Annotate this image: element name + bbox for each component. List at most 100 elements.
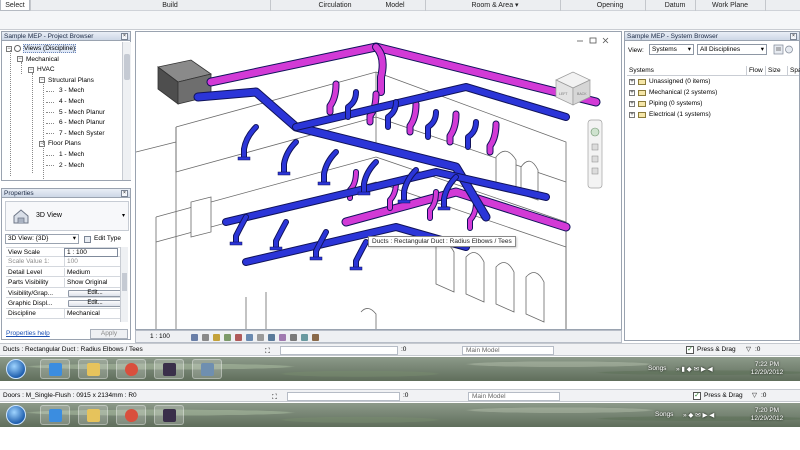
project-browser-scrollbar[interactable] [122, 42, 131, 180]
supply-diffuser[interactable] [269, 246, 283, 251]
ribbon-tab[interactable]: Opening [575, 0, 645, 11]
ribbon-tab[interactable]: Build [130, 0, 210, 11]
expand-icon[interactable]: + [629, 79, 635, 85]
chrome-icon[interactable] [116, 359, 146, 379]
properties-scrollbar[interactable] [120, 247, 128, 322]
supply-branch[interactable] [402, 168, 418, 202]
property-value[interactable]: Mechanical [64, 309, 118, 319]
expand-collapse-icon[interactable]: − [17, 56, 23, 63]
expand-icon[interactable]: + [629, 112, 635, 118]
expand-collapse-icon[interactable]: − [39, 77, 45, 84]
view-control-icon[interactable] [279, 334, 286, 341]
supply-diffuser[interactable] [357, 191, 371, 196]
chrome-icon[interactable] [116, 405, 146, 425]
view-control-icon[interactable] [191, 334, 198, 341]
expand-icon[interactable]: + [629, 101, 635, 107]
supply-diffuser[interactable] [277, 171, 291, 176]
apply-button[interactable]: Apply [90, 329, 128, 339]
column-separator[interactable] [787, 66, 788, 76]
view-control-icon[interactable] [312, 334, 319, 341]
ribbon-tab[interactable]: Datum [655, 0, 695, 11]
close-icon[interactable]: × [790, 33, 797, 40]
supply-diffuser[interactable] [237, 156, 251, 161]
3d-viewport[interactable]: LEFT BACK Ducts : Rectangular Duct : Rad… [135, 31, 622, 330]
property-value[interactable]: Show Original [64, 278, 118, 288]
property-value[interactable]: 1 : 100 [64, 248, 118, 257]
filter-icon[interactable]: ▽ [752, 390, 757, 402]
media-player-icon[interactable] [154, 405, 184, 425]
windows-start-button[interactable] [6, 405, 26, 425]
column-header[interactable]: Spa [790, 67, 800, 74]
properties-help-link[interactable]: Properties help [6, 330, 50, 337]
type-selector[interactable]: 3D View ▾ [5, 201, 129, 231]
browser-tree-item[interactable]: 1 - Mech [59, 150, 84, 159]
column-header[interactable]: Flow [749, 67, 763, 74]
view-scale-label[interactable]: 1 : 100 [150, 333, 170, 340]
supply-diffuser[interactable] [309, 256, 323, 261]
system-clock[interactable]: 7:20 PM 12/29/2012 [742, 407, 792, 423]
supply-diffuser[interactable] [397, 199, 411, 204]
instance-selector[interactable]: 3D View: {3D} ▾ [5, 234, 79, 244]
building-model-view[interactable]: LEFT BACK [136, 32, 622, 330]
view-control-icon[interactable] [301, 334, 308, 341]
return-main-duct[interactable] [207, 43, 600, 106]
expand-icon[interactable]: + [629, 90, 635, 96]
column-separator[interactable] [746, 66, 747, 76]
browser-tree-item[interactable]: Views (Discipline) [23, 44, 77, 53]
press-drag-checkbox[interactable]: ✓ [686, 346, 694, 354]
close-icon[interactable]: × [121, 33, 128, 40]
view-dropdown[interactable]: Systems ▾ [649, 44, 694, 55]
supply-diffuser[interactable] [437, 206, 451, 211]
workset-field[interactable] [280, 346, 398, 355]
browser-tree-item[interactable]: 3 - Mech [59, 86, 84, 95]
system-tree-item[interactable]: Piping (0 systems) [649, 99, 702, 108]
supply-diffuser[interactable] [317, 181, 331, 186]
property-value[interactable]: Medium [64, 267, 118, 277]
browser-tree-item[interactable]: 4 - Mech [59, 97, 84, 106]
media-player-icon[interactable] [154, 359, 184, 379]
expand-collapse-icon[interactable]: − [28, 66, 34, 73]
property-edit-button[interactable]: Edit... [68, 300, 122, 307]
songs-toolbar[interactable]: Songs [648, 365, 666, 372]
supply-branch[interactable] [282, 140, 298, 174]
discipline-dropdown[interactable]: All Disciplines ▾ [697, 44, 767, 55]
close-icon[interactable]: × [121, 190, 128, 197]
view-control-icon[interactable] [202, 334, 209, 341]
browser-tree-item[interactable]: Structural Plans [48, 76, 94, 85]
column-separator[interactable] [765, 66, 766, 76]
filter-icon[interactable]: ▽ [746, 344, 751, 356]
file-explorer-icon[interactable] [78, 359, 108, 379]
system-tree-item[interactable]: Unassigned (0 items) [649, 77, 710, 86]
tray-icons[interactable]: » ◆ ✉ ▶ ◀ [683, 411, 714, 419]
supply-diffuser[interactable] [229, 241, 243, 246]
chevron-down-icon[interactable]: ▾ [122, 212, 125, 219]
column-header[interactable]: Size [768, 67, 781, 74]
view-control-icon[interactable] [290, 334, 297, 341]
press-drag-checkbox[interactable]: ✓ [693, 392, 701, 400]
edit-type-button[interactable]: Edit Type [84, 234, 128, 244]
browser-tree-item[interactable]: Floor Plans [48, 139, 81, 148]
ribbon-tab[interactable]: Model [360, 0, 430, 11]
view-control-icon[interactable] [246, 334, 253, 341]
design-option-field[interactable]: Main Model [468, 392, 560, 401]
property-edit-button[interactable]: Edit... [68, 289, 122, 297]
view-control-icon[interactable] [224, 334, 231, 341]
view-control-icon[interactable] [235, 334, 242, 341]
browser-tree-item[interactable]: 5 - Mech Planur [59, 108, 105, 117]
ribbon-tab[interactable]: Select [0, 0, 30, 11]
workset-field[interactable] [287, 392, 400, 401]
design-option-field[interactable]: Main Model [462, 346, 554, 355]
browser-tree-item[interactable]: 7 - Mech Syster [59, 129, 105, 138]
system-clock[interactable]: 7:22 PM 12/29/2012 [742, 361, 792, 377]
internet-explorer-icon[interactable] [40, 359, 70, 379]
ribbon-tab[interactable]: Room & Area ▾ [440, 0, 550, 11]
supply-branch[interactable] [322, 150, 338, 184]
scrollbar-thumb[interactable] [122, 273, 127, 291]
system-tree-item[interactable]: Electrical (1 systems) [649, 110, 711, 119]
supply-branch[interactable] [242, 125, 258, 159]
browser-tree-item[interactable]: 2 - Mech [59, 161, 84, 170]
expand-collapse-icon[interactable]: − [6, 45, 12, 52]
view-control-icon[interactable] [268, 334, 275, 341]
browser-tree-item[interactable]: HVAC [37, 65, 55, 74]
view-control-icon[interactable] [213, 334, 220, 341]
